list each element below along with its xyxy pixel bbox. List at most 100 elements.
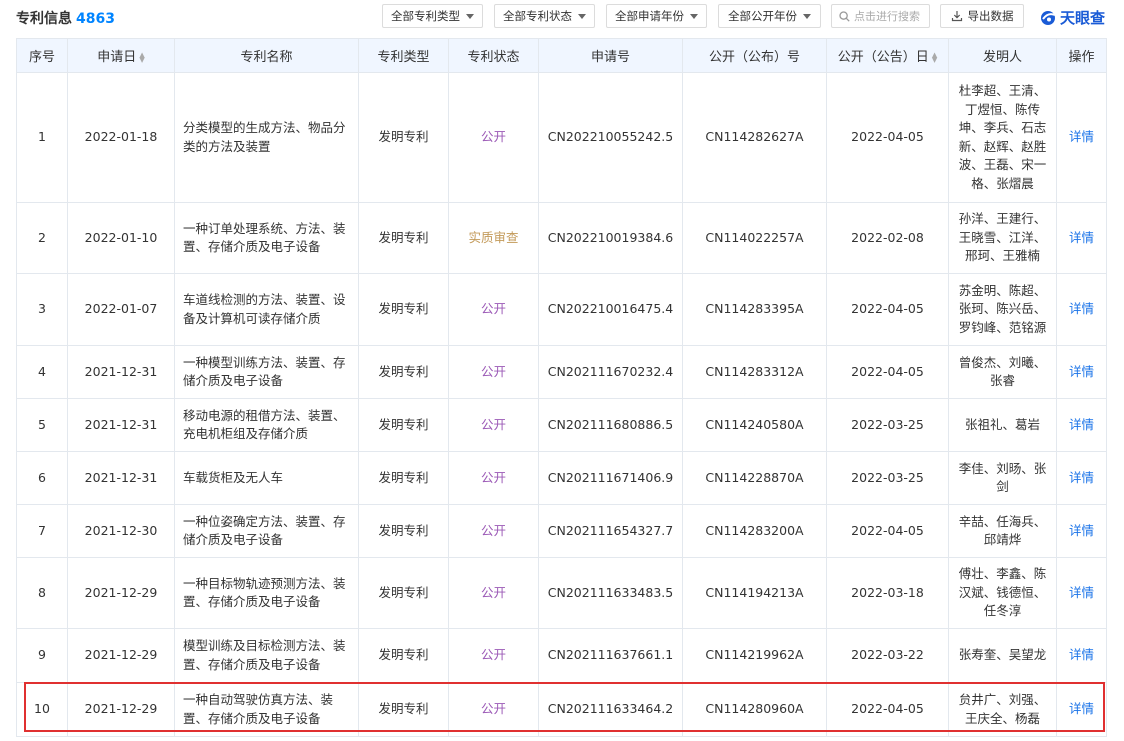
- cell-inventors: 杜李超、王清、 丁煜恒、陈传 坤、李兵、石志 新、赵辉、赵胜 波、王磊、宋一 格、张熠晨: [948, 72, 1057, 203]
- cell-type: 发明专利: [358, 557, 449, 629]
- cell-status-text: 公开: [480, 584, 506, 600]
- export-button[interactable]: 导出数据: [940, 4, 1024, 28]
- cell-status: 公开: [448, 398, 539, 452]
- cell-app-no: CN202111654327.7: [538, 504, 683, 558]
- text-line: 备及计算机可读存储介质: [183, 310, 321, 326]
- cell-status: 公开: [448, 682, 539, 737]
- filter-publish-year[interactable]: 全部公开年份: [718, 4, 821, 28]
- cell-no: 3: [16, 273, 68, 346]
- col-header-pub-date[interactable]: 公开（公告）日 ▲ ▼: [826, 38, 949, 73]
- cell-apply-date: 2021-12-29: [67, 628, 175, 683]
- search-box[interactable]: [831, 4, 930, 28]
- cell-pub-no: CN114194213A: [682, 557, 827, 629]
- cell-pub-no: CN114280960A: [682, 682, 827, 737]
- filter-apply-year[interactable]: 全部申请年份: [606, 4, 707, 28]
- cell-type: 发明专利: [358, 345, 449, 399]
- cell-pub-no-text: CN114282627A: [705, 129, 804, 145]
- cell-action: 详情: [1056, 202, 1107, 274]
- cell-apply-date: 2022-01-07: [67, 273, 175, 346]
- cell-status-text: 公开: [480, 522, 506, 538]
- cell-patent-name: 一种目标物轨迹预测方法、装 置、存储介质及电子设备: [174, 557, 359, 629]
- cell-apply-date: 2022-01-10: [67, 202, 175, 274]
- table-row: 3 2022-01-07 车道线检测的方法、装置、设 备及计算机可读存储介质 发明专利 公…: [16, 273, 1107, 346]
- cell-status: 公开: [448, 504, 539, 558]
- filter-patent-status[interactable]: 全部专利状态: [494, 4, 595, 28]
- cell-apply-date-text: 2021-12-31: [84, 416, 158, 432]
- cell-no-text: 5: [38, 416, 46, 432]
- text-line: 储介质及电子设备: [183, 373, 284, 388]
- text-line: 李佳、刘旸、张: [958, 460, 1047, 476]
- cell-no: 4: [16, 345, 68, 399]
- text-line: 汉斌、钱德恒、: [958, 584, 1047, 600]
- table-row: 5 2021-12-31 移动电源的租借方法、装置、 充电机柜组及存储介质 发明专利 公开…: [16, 398, 1107, 452]
- text-line: 坤、李兵、石志: [958, 120, 1047, 135]
- detail-link[interactable]: 详情: [1069, 585, 1094, 600]
- cell-pub-no: CN114022257A: [682, 202, 827, 274]
- text-line: 丁煜恒、陈传: [964, 101, 1040, 117]
- text-line: 模型训练及目标检测方法、装: [183, 638, 346, 653]
- cell-pub-date-text: 2022-04-05: [851, 701, 924, 717]
- cell-pub-no-text: CN114283395A: [705, 301, 804, 317]
- text-line: 孙洋、王建行、: [958, 211, 1047, 227]
- cell-pub-date: 2022-04-05: [826, 504, 949, 558]
- col-header-no: 序号: [16, 38, 68, 73]
- cell-status-text: 公开: [480, 416, 506, 432]
- cell-pub-date-text: 2022-03-25: [851, 469, 924, 485]
- cell-type-text: 发明专利: [378, 522, 429, 538]
- cell-app-no: CN202111671406.9: [538, 451, 683, 505]
- detail-link[interactable]: 详情: [1069, 230, 1094, 245]
- cell-type: 发明专利: [358, 682, 449, 737]
- cell-pub-date-text: 2022-03-25: [851, 416, 924, 432]
- col-header-apply-date[interactable]: 申请日 ▲ ▼: [67, 38, 175, 73]
- cell-no-text: 8: [38, 584, 46, 600]
- cell-pub-date: 2022-04-05: [826, 682, 949, 737]
- filter-patent-type[interactable]: 全部专利类型: [382, 4, 483, 28]
- cell-apply-date-text: 2021-12-31: [84, 363, 158, 379]
- cell-type: 发明专利: [358, 451, 449, 505]
- cell-no: 2: [16, 202, 68, 274]
- cell-inventors: 孙洋、王建行、 王晓雪、江洋、 邢珂、王雅楠: [948, 202, 1057, 274]
- cell-status: 公开: [448, 345, 539, 399]
- detail-link[interactable]: 详情: [1069, 647, 1094, 662]
- filter-label: 全部公开年份: [728, 9, 797, 23]
- sort-icon[interactable]: ▲ ▼: [932, 51, 937, 63]
- cell-no-text: 2: [38, 229, 46, 245]
- cell-patent-name: 一种订单处理系统、方法、装 置、存储介质及电子设备: [174, 202, 359, 274]
- cell-inventors: 曾俊杰、刘曦、 张睿: [948, 345, 1057, 399]
- cell-no-text: 4: [38, 363, 46, 379]
- detail-link[interactable]: 详情: [1069, 470, 1094, 485]
- text-line: 分类模型的生成方法、物品分: [183, 120, 346, 135]
- cell-inventors: 张寿奎、吴望龙: [948, 628, 1057, 683]
- cell-action: 详情: [1056, 628, 1107, 683]
- cell-type-text: 发明专利: [378, 301, 429, 317]
- text-line: 车载货柜及无人车: [183, 469, 284, 485]
- text-line: 罗钧峰、范铭源: [958, 319, 1047, 335]
- detail-link[interactable]: 详情: [1069, 129, 1094, 144]
- cell-pub-date-text: 2022-02-08: [851, 229, 924, 245]
- detail-link[interactable]: 详情: [1069, 301, 1094, 316]
- cell-status-text: 公开: [480, 701, 506, 717]
- cell-apply-date-text: 2022-01-07: [84, 301, 158, 317]
- search-input[interactable]: [854, 9, 924, 23]
- cell-type-text: 发明专利: [378, 584, 429, 600]
- cell-pub-date-text: 2022-04-05: [851, 129, 924, 145]
- table-header-row: 序号 申请日 ▲ ▼ 专利名称 专利类型 专利状态 申请号 公开（公布）号 公开（公…: [16, 38, 1107, 73]
- detail-link[interactable]: 详情: [1069, 417, 1094, 432]
- detail-link[interactable]: 详情: [1069, 523, 1094, 538]
- cell-no: 7: [16, 504, 68, 558]
- cell-pub-date: 2022-03-22: [826, 628, 949, 683]
- logo: 天眼查: [1040, 7, 1105, 28]
- chevron-down-icon: [466, 13, 474, 19]
- cell-pub-date-text: 2022-04-05: [851, 363, 924, 379]
- cell-status: 公开: [448, 557, 539, 629]
- cell-patent-name: 分类模型的生成方法、物品分 类的方法及装置: [174, 72, 359, 203]
- sort-icon[interactable]: ▲ ▼: [139, 51, 144, 63]
- tianyancha-logo-icon: [1041, 10, 1056, 25]
- cell-status: 公开: [448, 628, 539, 683]
- detail-link[interactable]: 详情: [1069, 701, 1094, 716]
- detail-link[interactable]: 详情: [1069, 364, 1094, 379]
- cell-type-text: 发明专利: [378, 129, 429, 145]
- cell-app-no-text: CN202111637661.1: [547, 647, 674, 663]
- cell-apply-date-text: 2022-01-18: [84, 129, 158, 145]
- cell-app-no: CN202111633483.5: [538, 557, 683, 629]
